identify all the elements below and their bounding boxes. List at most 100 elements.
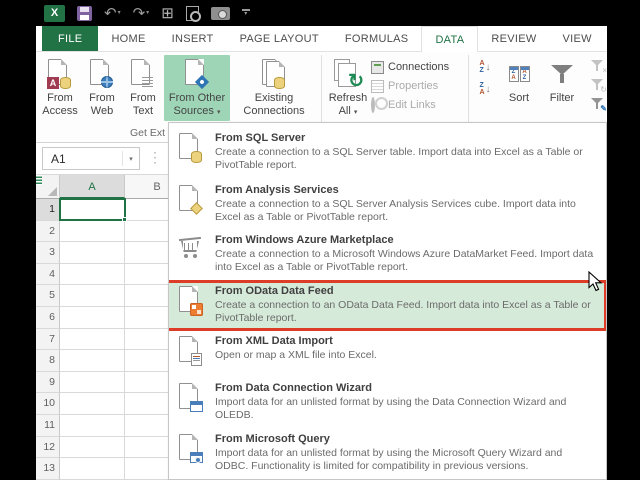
sql-server-icon (178, 133, 204, 163)
menu-item-description: Create a connection to a Microsoft Windo… (215, 248, 594, 273)
cell[interactable] (60, 306, 125, 329)
tab-view[interactable]: VIEW (550, 26, 605, 51)
save-icon[interactable] (77, 5, 92, 21)
properties-icon (371, 79, 384, 93)
row-header[interactable]: 3 (36, 242, 60, 264)
menu-item-title: From SQL Server (215, 132, 306, 144)
connections-icon (371, 60, 384, 74)
advanced-filter-icon: ✎ (600, 104, 607, 113)
row-header[interactable]: 13 (36, 458, 60, 480)
letterbox-left (0, 0, 36, 480)
menu-item-from-microsoft-query[interactable]: From Microsoft Query Import data for an … (169, 429, 606, 479)
redo-dropdown-icon[interactable]: ▾ (146, 6, 149, 21)
advanced-filter-button[interactable]: ✎ (590, 98, 607, 113)
row-header[interactable]: 8 (36, 350, 60, 372)
from-access-button[interactable]: A From Access (38, 55, 82, 121)
excel-logo-icon[interactable]: X (36, 4, 65, 185)
sort-ascending-button[interactable]: AZ ↓ (479, 60, 490, 74)
connections-button[interactable]: Connections (371, 59, 465, 75)
menu-item-from-windows-azure-marketplace[interactable]: From Windows Azure Marketplace Create a … (169, 230, 606, 280)
menu-item-description: Open or map a XML file into Excel. (215, 349, 377, 361)
column-header-a[interactable]: A (60, 175, 125, 198)
menu-item-title: From Data Connection Wizard (215, 382, 372, 394)
cell[interactable] (60, 350, 125, 372)
refresh-all-button[interactable]: ↻ Refresh All ▾ (325, 55, 371, 121)
cell[interactable] (60, 458, 125, 480)
tab-home[interactable]: HOME (98, 26, 158, 51)
tab-file[interactable]: FILE (42, 26, 99, 51)
customize-qat-button[interactable]: ▾ (241, 9, 250, 17)
row-header[interactable]: 2 (36, 220, 60, 243)
row-header[interactable]: 10 (36, 393, 60, 415)
row-header[interactable]: 5 (36, 285, 60, 307)
from-other-sources-icon (184, 59, 210, 90)
sort-button[interactable]: ZA AZ Sort (498, 55, 540, 121)
row-header[interactable]: 6 (36, 306, 60, 329)
quick-access-toolbar: X ↶ ▾ ↷ ▾ ⊞ ▾ (36, 0, 607, 185)
excel-logo-letter: X (50, 6, 59, 19)
dropdown-arrow-icon: ▾ (353, 109, 358, 116)
xml-import-icon (178, 336, 204, 366)
tab-insert[interactable]: INSERT (159, 26, 227, 51)
row-header[interactable]: 11 (36, 414, 60, 437)
tab-formulas[interactable]: FORMULAS (332, 26, 422, 51)
menu-item-title: From OData Data Feed (215, 285, 334, 297)
tab-page-layout[interactable]: PAGE LAYOUT (227, 26, 332, 51)
cell-a1[interactable] (60, 199, 125, 221)
cell[interactable] (60, 328, 125, 351)
name-box-dropdown-icon[interactable]: ▾ (123, 155, 139, 163)
tab-data[interactable]: DATA (421, 26, 479, 52)
menu-item-from-analysis-services[interactable]: From Analysis Services Create a connecti… (169, 180, 606, 230)
cell[interactable] (60, 414, 125, 437)
edit-links-button: Edit Links (371, 96, 465, 113)
refresh-all-icon: ↻ (334, 59, 364, 91)
cell[interactable] (60, 436, 125, 459)
cell[interactable] (60, 285, 125, 307)
row-header[interactable]: 7 (36, 328, 60, 351)
row-header[interactable]: 9 (36, 371, 60, 394)
reapply-filter-button: ↻ (590, 79, 607, 94)
name-box-value[interactable]: A1 (43, 152, 122, 166)
row-header[interactable]: 4 (36, 263, 60, 286)
row-header[interactable]: 1 (36, 199, 60, 221)
undo-dropdown-icon[interactable]: ▾ (118, 6, 121, 21)
cell[interactable] (60, 220, 125, 243)
redo-icon: ↷ (132, 4, 146, 22)
sort-descending-button[interactable]: ZA ↓ (479, 82, 490, 96)
menu-item-description: Create a connection to a SQL Server tabl… (215, 146, 583, 171)
name-box[interactable]: A1 ▾ (42, 147, 140, 170)
filter-button[interactable]: Filter (540, 55, 584, 121)
undo-button[interactable]: ↶ ▾ (104, 6, 121, 21)
cell[interactable] (60, 242, 125, 264)
clear-filter-button: × (590, 60, 607, 75)
ribbon-tab-bar: FILE HOME INSERT PAGE LAYOUT FORMULAS DA… (36, 26, 607, 52)
from-other-sources-button[interactable]: From Other Sources ▾ (164, 55, 230, 121)
menu-item-from-sql-server[interactable]: From SQL Server Create a connection to a… (169, 128, 606, 180)
row-header[interactable]: 12 (36, 436, 60, 459)
letterbox-right (607, 0, 640, 480)
properties-button: Properties (371, 78, 465, 94)
from-web-button[interactable]: From Web (82, 55, 122, 121)
get-external-data-group-label: Get Ext (130, 127, 166, 139)
menu-item-from-data-connection-wizard[interactable]: From Data Connection Wizard Import data … (169, 378, 606, 429)
edit-links-icon (371, 96, 375, 113)
borders-icon[interactable]: ⊞ (161, 6, 174, 21)
excel-logo-sheet (36, 175, 42, 185)
menu-item-from-odata-data-feed[interactable]: From OData Data Feed Create a connection… (169, 280, 606, 331)
sort-icon: ZA AZ (508, 66, 530, 82)
print-preview-icon[interactable] (185, 5, 201, 22)
cell[interactable] (60, 393, 125, 415)
from-access-icon: A (47, 59, 73, 89)
tab-review[interactable]: REVIEW (478, 26, 549, 51)
formula-bar-grip-icon[interactable]: ⋮ (148, 149, 162, 166)
from-text-button[interactable]: From Text (122, 55, 164, 121)
existing-connections-button[interactable]: Existing Connections (230, 55, 318, 121)
menu-item-from-xml-data-import[interactable]: From XML Data Import Open or map a XML f… (169, 331, 606, 378)
camera-icon[interactable] (210, 6, 230, 20)
redo-button[interactable]: ↷ ▾ (133, 6, 150, 21)
cell[interactable] (60, 371, 125, 394)
from-other-sources-menu: From SQL Server Create a connection to a… (168, 122, 607, 480)
menu-item-title: From Windows Azure Marketplace (215, 234, 394, 246)
cell[interactable] (60, 263, 125, 286)
excel-window: X ↶ ▾ ↷ ▾ ⊞ ▾ FILE HOME INSERT PAGE LAYO… (0, 0, 640, 480)
